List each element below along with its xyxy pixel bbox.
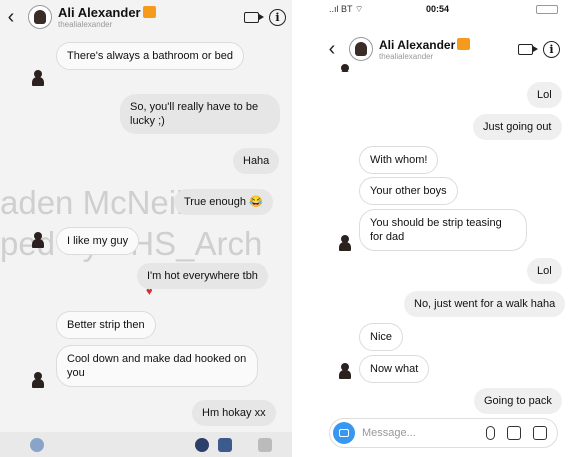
emoji-icon (142, 5, 156, 18)
right-screenshot: ..ıl BT ⌔ 00:54 ‹ Ali Alexander thealial… (321, 0, 566, 457)
back-icon[interactable]: ‹ (321, 38, 343, 61)
gallery-icon[interactable] (507, 426, 521, 440)
chat-header: ‹ Ali Alexander thealialexander i (321, 32, 566, 66)
composer-bar (0, 432, 292, 457)
sender-avatar (337, 363, 353, 379)
heart-reaction-icon: ♥ (146, 286, 153, 298)
back-icon[interactable]: ‹ (0, 6, 22, 29)
message-bubble: Lol (527, 82, 562, 108)
sender-avatar (30, 372, 46, 388)
camera-icon[interactable] (333, 422, 355, 444)
carrier-signal: ..ıl BT ⌔ (329, 3, 364, 14)
left-screenshot: ‹ Ali Alexander thealialexander i There'… (0, 0, 292, 457)
mic-icon[interactable] (486, 426, 495, 440)
sender-avatar (337, 235, 353, 251)
info-icon[interactable]: i (269, 8, 286, 26)
sender-avatar (337, 64, 353, 72)
message-bubble: So, you'll really have to be lucky ;) (120, 94, 280, 134)
message-bubble: True enough 😂 (174, 189, 273, 215)
avatar[interactable] (28, 5, 52, 29)
mic-icon[interactable] (195, 438, 209, 452)
message-bubble: Haha (233, 148, 280, 174)
info-icon[interactable]: i (543, 40, 560, 58)
message-bubble: Hm hokay xx (192, 400, 276, 426)
status-time: 00:54 (426, 4, 450, 14)
message-bubble: Cool down and make dad hooked on you (56, 345, 258, 387)
sender-avatar (30, 70, 46, 86)
avatar[interactable] (349, 37, 373, 61)
video-call-icon[interactable] (244, 11, 264, 23)
status-bar: ..ıl BT ⌔ 00:54 (321, 0, 566, 18)
contact-name: Ali Alexander (379, 37, 456, 52)
gallery-icon[interactable] (218, 438, 232, 452)
contact-info[interactable]: Ali Alexander thealialexander (379, 37, 471, 61)
sender-avatar (30, 232, 46, 248)
contact-handle: thealialexander (58, 19, 113, 29)
emoji-icon (457, 37, 471, 50)
message-composer[interactable]: Message... (329, 418, 558, 448)
message-bubble: I like my guy (56, 227, 140, 255)
message-bubble: There's always a bathroom or bed (56, 42, 244, 70)
message-input[interactable]: Message... (362, 427, 416, 439)
sticker-icon[interactable] (258, 438, 272, 452)
message-bubble: Lol (527, 258, 562, 284)
chat-header: ‹ Ali Alexander thealialexander i (0, 0, 292, 34)
contact-info[interactable]: Ali Alexander thealialexander (58, 4, 156, 29)
sticker-icon[interactable] (533, 426, 547, 440)
contact-name: Ali Alexander (58, 4, 141, 20)
message-bubble: Your other boys (359, 177, 458, 205)
contact-handle: thealialexander (379, 51, 434, 61)
message-bubble: Just going out (473, 114, 562, 140)
message-bubble: Going to pack (474, 388, 562, 414)
battery-icon (536, 4, 558, 14)
camera-icon[interactable] (30, 438, 44, 452)
video-call-icon[interactable] (518, 43, 538, 55)
message-bubble: No, just went for a walk haha (404, 291, 566, 317)
message-bubble: With whom! (359, 146, 439, 174)
message-bubble: Now what (359, 355, 430, 383)
message-bubble: You should be strip teasing for dad (359, 209, 527, 251)
message-bubble: Nice (359, 323, 404, 351)
message-bubble: Better strip then (56, 311, 156, 339)
